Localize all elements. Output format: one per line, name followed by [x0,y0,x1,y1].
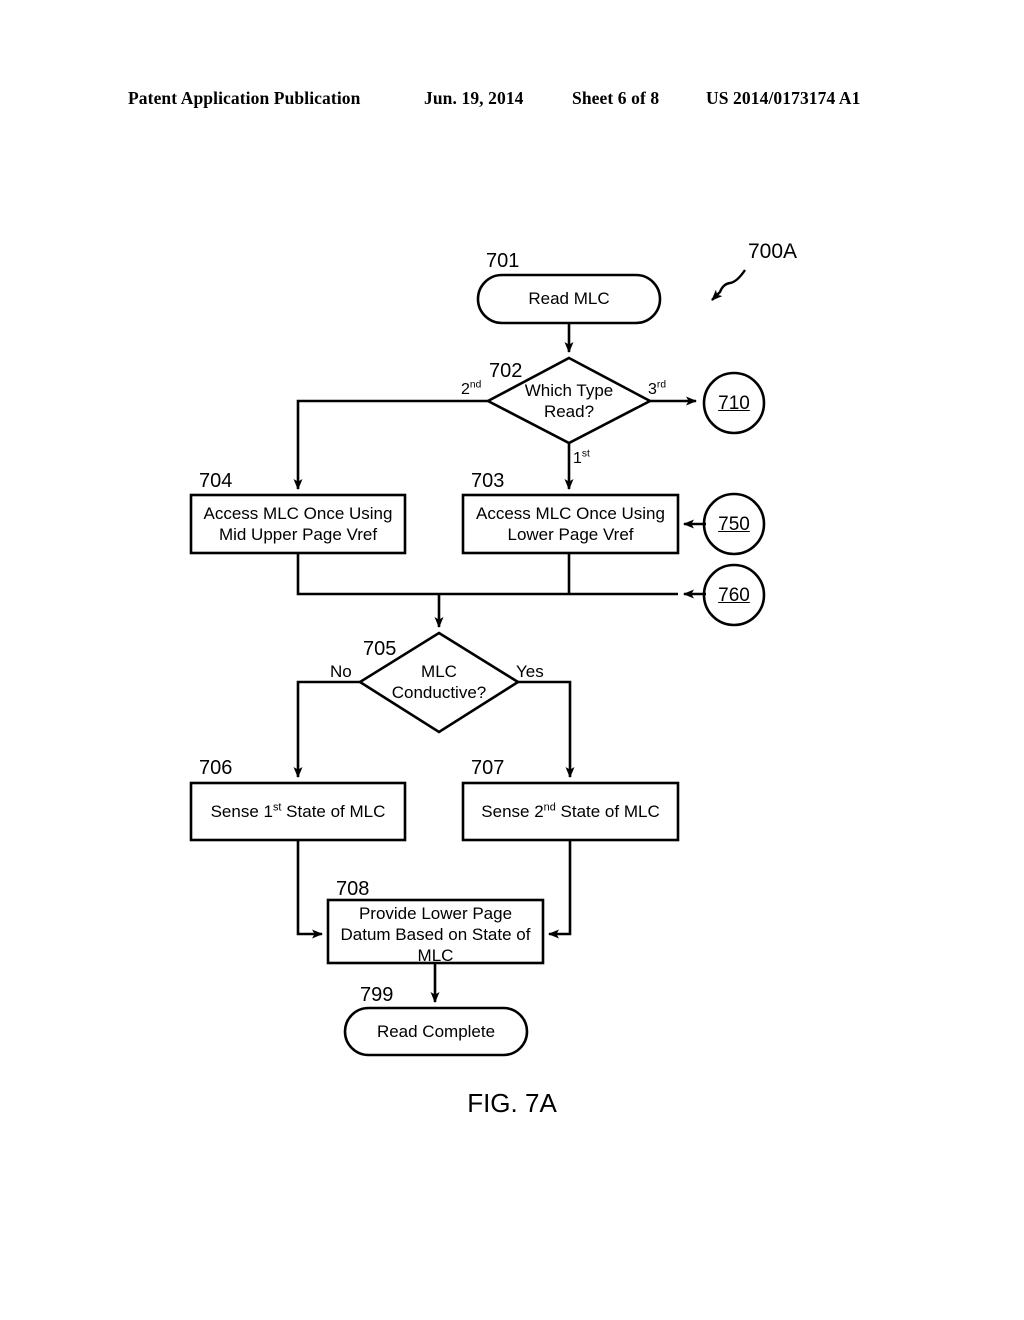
edge-label-2nd: 2nd [461,379,482,398]
edge-label-no: No [330,662,352,681]
flowchart-figure: 701 Read MLC 702 Which Type Read? 2nd 3rd… [0,0,1024,1320]
edge-label-yes: Yes [516,662,544,681]
connector-710-label[interactable]: 710 [704,393,764,414]
ref-numeral-703: 703 [471,470,505,492]
node-703-label: Access MLC Once Using Lower Page Vref [476,504,665,544]
ref-numeral-704: 704 [199,470,233,492]
edge-label-1st: 1st [573,448,590,467]
figure-caption: FIG. 7A [467,1088,557,1118]
node-705-label: MLC Conductive? [391,662,487,702]
ref-numeral-706: 706 [199,757,233,779]
ref-numeral-705: 705 [363,638,397,660]
node-702-label: Which Type Read? [524,381,614,421]
node-701-label: Read MLC [528,289,610,308]
node-799-label: Read Complete [376,1022,496,1041]
diagram-label-700a: 700A [748,240,798,263]
edge-707-to-708 [548,840,572,939]
edge-label-3rd: 3rd [648,379,667,398]
node-707-label: Sense 2nd State of MLC [481,801,660,821]
node-708-label: Provide Lower Page Datum Based on State o… [340,904,531,965]
edge-705-no-to-706 [293,680,360,778]
edge-706-to-708 [296,840,323,939]
flowchart-svg [189,269,766,1057]
ref-numeral-707: 707 [471,757,505,779]
ref-numeral-702: 702 [489,360,523,382]
lead-line-700a [711,269,746,301]
node-704-label: Access MLC Once Using Mid Upper Page Vref [203,504,393,544]
edge-702-to-704 [293,399,488,490]
edge-705-yes-to-707 [518,680,575,778]
connector-750-label[interactable]: 750 [704,514,764,535]
ref-numeral-799: 799 [360,984,394,1006]
ref-numeral-708: 708 [336,878,370,900]
node-706-label: Sense 1st State of MLC [210,801,386,821]
edge-704-merge [296,553,678,596]
ref-numeral-701: 701 [486,250,520,272]
connector-760-label[interactable]: 760 [704,585,764,606]
